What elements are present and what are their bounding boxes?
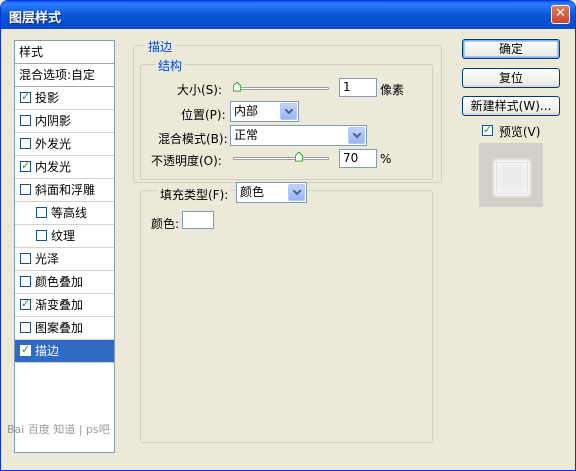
style-item-label: 图案叠加 bbox=[35, 321, 84, 335]
style-item[interactable]: ✓ 渐变叠加 bbox=[15, 294, 114, 317]
opacity-unit: % bbox=[380, 152, 392, 166]
style-item-label: 渐变叠加 bbox=[35, 298, 84, 312]
size-slider-thumb[interactable] bbox=[233, 82, 241, 92]
size-label: 大小(S): bbox=[177, 83, 223, 97]
style-item[interactable]: 斜面和浮雕 bbox=[15, 179, 114, 202]
baidu-watermark: Bai 百度 知道 | ps吧 bbox=[7, 423, 110, 436]
checkmark-icon: ✓ bbox=[21, 159, 31, 172]
preview-swatch bbox=[496, 162, 528, 194]
style-item-label: 光泽 bbox=[35, 252, 60, 266]
style-item-checkbox[interactable]: ✓ bbox=[20, 90, 31, 103]
position-label: 位置(P): bbox=[181, 108, 226, 122]
chevron-down-icon[interactable] bbox=[348, 127, 365, 144]
style-item[interactable]: 颜色叠加 bbox=[15, 271, 114, 294]
size-input[interactable]: 1 bbox=[339, 78, 377, 97]
style-item-label: 纹理 bbox=[51, 229, 76, 243]
style-item-checkbox[interactable] bbox=[20, 184, 31, 195]
preview-checkbox-box[interactable]: ✓ bbox=[482, 123, 493, 136]
blend-mode-select[interactable]: 正常 bbox=[230, 125, 367, 146]
style-preview bbox=[479, 143, 543, 207]
close-icon[interactable]: ✕ bbox=[551, 5, 570, 24]
size-slider[interactable] bbox=[233, 87, 329, 90]
style-item-checkbox[interactable]: ✓ bbox=[20, 297, 31, 310]
dialog-content: 样式 混合选项:自定 ✓ 投影内阴影外发光 ✓ 内发光斜面和浮雕等高线纹理光泽颜色叠加… bbox=[1, 29, 575, 470]
layer-style-dialog: 图层样式 ✕ 样式 混合选项:自定 ✓ 投影内阴影外发光 ✓ 内发光斜面和浮雕等高线纹… bbox=[0, 0, 576, 471]
checkmark-icon: ✓ bbox=[21, 90, 31, 103]
dialog-title: 图层样式 bbox=[9, 11, 62, 26]
chevron-down-icon[interactable] bbox=[288, 184, 305, 201]
opacity-slider[interactable] bbox=[233, 157, 329, 160]
size-unit: 像素 bbox=[380, 83, 405, 97]
style-list: 样式 混合选项:自定 ✓ 投影内阴影外发光 ✓ 内发光斜面和浮雕等高线纹理光泽颜色叠加… bbox=[14, 40, 115, 453]
style-item-label: 斜面和浮雕 bbox=[35, 183, 96, 197]
style-item[interactable]: ✓ 内发光 bbox=[15, 156, 114, 179]
fill-type-select-value: 颜色 bbox=[240, 185, 265, 199]
blend-mode-label: 混合模式(B): bbox=[158, 132, 228, 146]
style-item[interactable]: ✓ 描边 bbox=[15, 340, 114, 363]
style-item-checkbox[interactable] bbox=[20, 138, 31, 149]
checkmark-icon: ✓ bbox=[21, 297, 31, 310]
blend-mode-select-value: 正常 bbox=[234, 128, 259, 142]
opacity-label: 不透明度(O): bbox=[151, 154, 222, 168]
position-select[interactable]: 内部 bbox=[230, 101, 299, 122]
style-item[interactable]: ✓ 投影 bbox=[15, 87, 114, 110]
style-item[interactable]: 等高线 bbox=[15, 202, 114, 225]
style-item-checkbox[interactable] bbox=[20, 322, 31, 333]
checkmark-icon: ✓ bbox=[483, 123, 493, 136]
style-item[interactable]: 光泽 bbox=[15, 248, 114, 271]
style-item[interactable]: 图案叠加 bbox=[15, 317, 114, 340]
style-item-label: 颜色叠加 bbox=[35, 275, 84, 289]
style-item-label: 外发光 bbox=[35, 137, 72, 151]
style-item-checkbox[interactable] bbox=[20, 115, 31, 126]
style-item[interactable]: 纹理 bbox=[15, 225, 114, 248]
style-item-label: 内发光 bbox=[35, 160, 72, 174]
style-item-label: 投影 bbox=[35, 91, 60, 105]
color-label: 颜色: bbox=[151, 217, 180, 231]
style-item-label: 内阴影 bbox=[35, 114, 72, 128]
preview-label: 预览(V) bbox=[498, 125, 541, 139]
ok-button[interactable]: 确定 bbox=[462, 39, 560, 59]
stroke-group-title: 描边 bbox=[145, 38, 176, 55]
position-select-value: 内部 bbox=[234, 104, 259, 118]
style-item[interactable]: 外发光 bbox=[15, 133, 114, 156]
style-item-checkbox[interactable]: ✓ bbox=[20, 343, 31, 356]
checkmark-icon: ✓ bbox=[21, 343, 31, 356]
style-item-checkbox[interactable] bbox=[20, 253, 31, 264]
color-swatch[interactable] bbox=[182, 211, 214, 229]
style-list-header[interactable]: 样式 bbox=[15, 41, 114, 64]
opacity-slider-thumb[interactable] bbox=[294, 152, 303, 162]
style-item-checkbox[interactable] bbox=[36, 230, 47, 241]
style-item[interactable]: 内阴影 bbox=[15, 110, 114, 133]
style-item-checkbox[interactable]: ✓ bbox=[20, 159, 31, 172]
style-item-checkbox[interactable] bbox=[36, 207, 47, 218]
fill-type-label: 填充类型(F): bbox=[158, 186, 231, 203]
structure-group-title: 结构 bbox=[155, 57, 186, 74]
style-item-label: 描边 bbox=[35, 344, 60, 358]
style-item-label: 等高线 bbox=[51, 206, 88, 220]
blending-options-item[interactable]: 混合选项:自定 bbox=[15, 64, 114, 87]
opacity-input[interactable]: 70 bbox=[339, 149, 377, 168]
preview-checkbox[interactable]: ✓ 预览(V) bbox=[482, 123, 540, 140]
reset-button[interactable]: 复位 bbox=[462, 68, 560, 88]
fill-type-select[interactable]: 颜色 bbox=[236, 182, 307, 203]
style-item-checkbox[interactable] bbox=[20, 276, 31, 287]
chevron-down-icon[interactable] bbox=[280, 103, 297, 120]
title-bar[interactable]: 图层样式 ✕ bbox=[1, 1, 575, 29]
new-style-button[interactable]: 新建样式(W)... bbox=[462, 96, 560, 116]
